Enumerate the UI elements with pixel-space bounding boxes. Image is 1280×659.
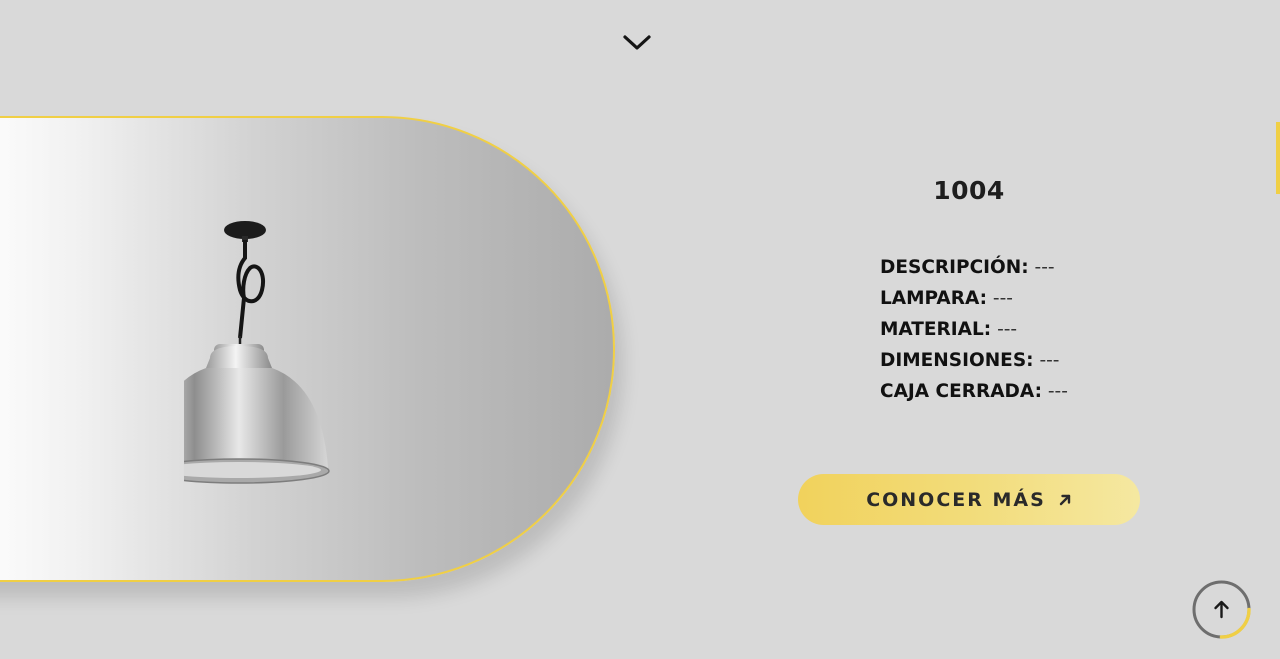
- spec-label: DIMENSIONES:: [880, 350, 1034, 371]
- spec-row-material: MATERIAL: ---: [880, 318, 1068, 349]
- spec-value: ---: [1039, 350, 1060, 371]
- spec-row-caja-cerrada: CAJA CERRADA: ---: [880, 380, 1068, 411]
- product-title: 1004: [933, 176, 1005, 205]
- spec-value: ---: [1047, 381, 1068, 402]
- product-image-panel: [0, 116, 615, 582]
- arrow-up-right-icon: [1058, 493, 1072, 507]
- spec-list: DESCRIPCIÓN: --- LAMPARA: --- MATERIAL: …: [880, 256, 1068, 411]
- chevron-down-icon: [623, 35, 651, 50]
- spec-row-descripcion: DESCRIPCIÓN: ---: [880, 256, 1068, 287]
- conocer-mas-button[interactable]: CONOCER MÁS: [798, 474, 1140, 525]
- spec-row-lampara: LAMPARA: ---: [880, 287, 1068, 318]
- spec-label: DESCRIPCIÓN:: [880, 257, 1029, 278]
- spec-value: ---: [1034, 257, 1055, 278]
- product-info: 1004 DESCRIPCIÓN: --- LAMPARA: --- MATER…: [760, 0, 1180, 659]
- cta-label: CONOCER MÁS: [866, 488, 1046, 511]
- arrow-up-icon: [1214, 600, 1229, 619]
- back-to-top-button[interactable]: [1192, 580, 1251, 639]
- product-page: 1004 DESCRIPCIÓN: --- LAMPARA: --- MATER…: [0, 0, 1280, 659]
- product-image: [184, 221, 330, 484]
- spec-value: ---: [997, 319, 1018, 340]
- spec-label: LAMPARA:: [880, 288, 987, 309]
- spec-row-dimensiones: DIMENSIONES: ---: [880, 349, 1068, 380]
- scroll-down-button[interactable]: [622, 30, 652, 54]
- spec-label: MATERIAL:: [880, 319, 992, 340]
- side-accent-bar: [1276, 122, 1280, 194]
- spec-value: ---: [992, 288, 1013, 309]
- spec-label: CAJA CERRADA:: [880, 381, 1042, 402]
